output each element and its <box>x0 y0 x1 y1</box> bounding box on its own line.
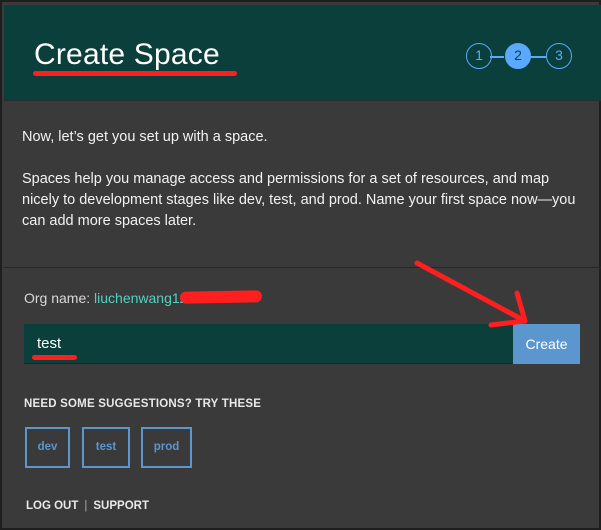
step-3[interactable]: 3 <box>546 43 572 69</box>
annotation-redaction-scribble <box>179 290 263 304</box>
annotation-arrow-icon <box>414 260 528 328</box>
annotation-underline-input <box>32 355 77 360</box>
suggestion-chip-test[interactable]: test <box>82 427 130 468</box>
step-connector <box>530 56 546 58</box>
org-name-value: liuchenwang12 <box>94 290 188 306</box>
suggestions-label: NEED SOME SUGGESTIONS? TRY THESE <box>24 398 262 410</box>
support-link[interactable]: SUPPORT <box>93 500 149 512</box>
step-2-current[interactable]: 2 <box>505 43 531 69</box>
header: Create Space 1 2 3 <box>4 5 601 101</box>
footer-links: LOG OUT | SUPPORT <box>26 500 149 512</box>
suggestion-chip-prod[interactable]: prod <box>141 427 192 468</box>
page-title: Create Space <box>34 38 220 71</box>
step-connector <box>490 56 504 58</box>
logout-link[interactable]: LOG OUT <box>26 500 78 512</box>
org-name: Org name: liuchenwang12 <box>24 290 187 306</box>
intro-line-2: Spaces help you manage access and permis… <box>22 171 576 229</box>
intro-line-1: Now, let’s get you set up with a space. <box>22 129 268 145</box>
suggestion-chip-dev[interactable]: dev <box>25 427 70 468</box>
intro-text: Now, let’s get you set up with a space. … <box>22 127 582 253</box>
org-name-label: Org name: <box>24 290 91 306</box>
annotation-underline-title <box>33 71 237 76</box>
step-indicator: 1 2 3 <box>464 43 574 73</box>
footer-separator: | <box>84 500 88 512</box>
step-1[interactable]: 1 <box>466 43 492 69</box>
create-space-panel: Create Space 1 2 3 Now, let’s get you se… <box>0 0 601 530</box>
